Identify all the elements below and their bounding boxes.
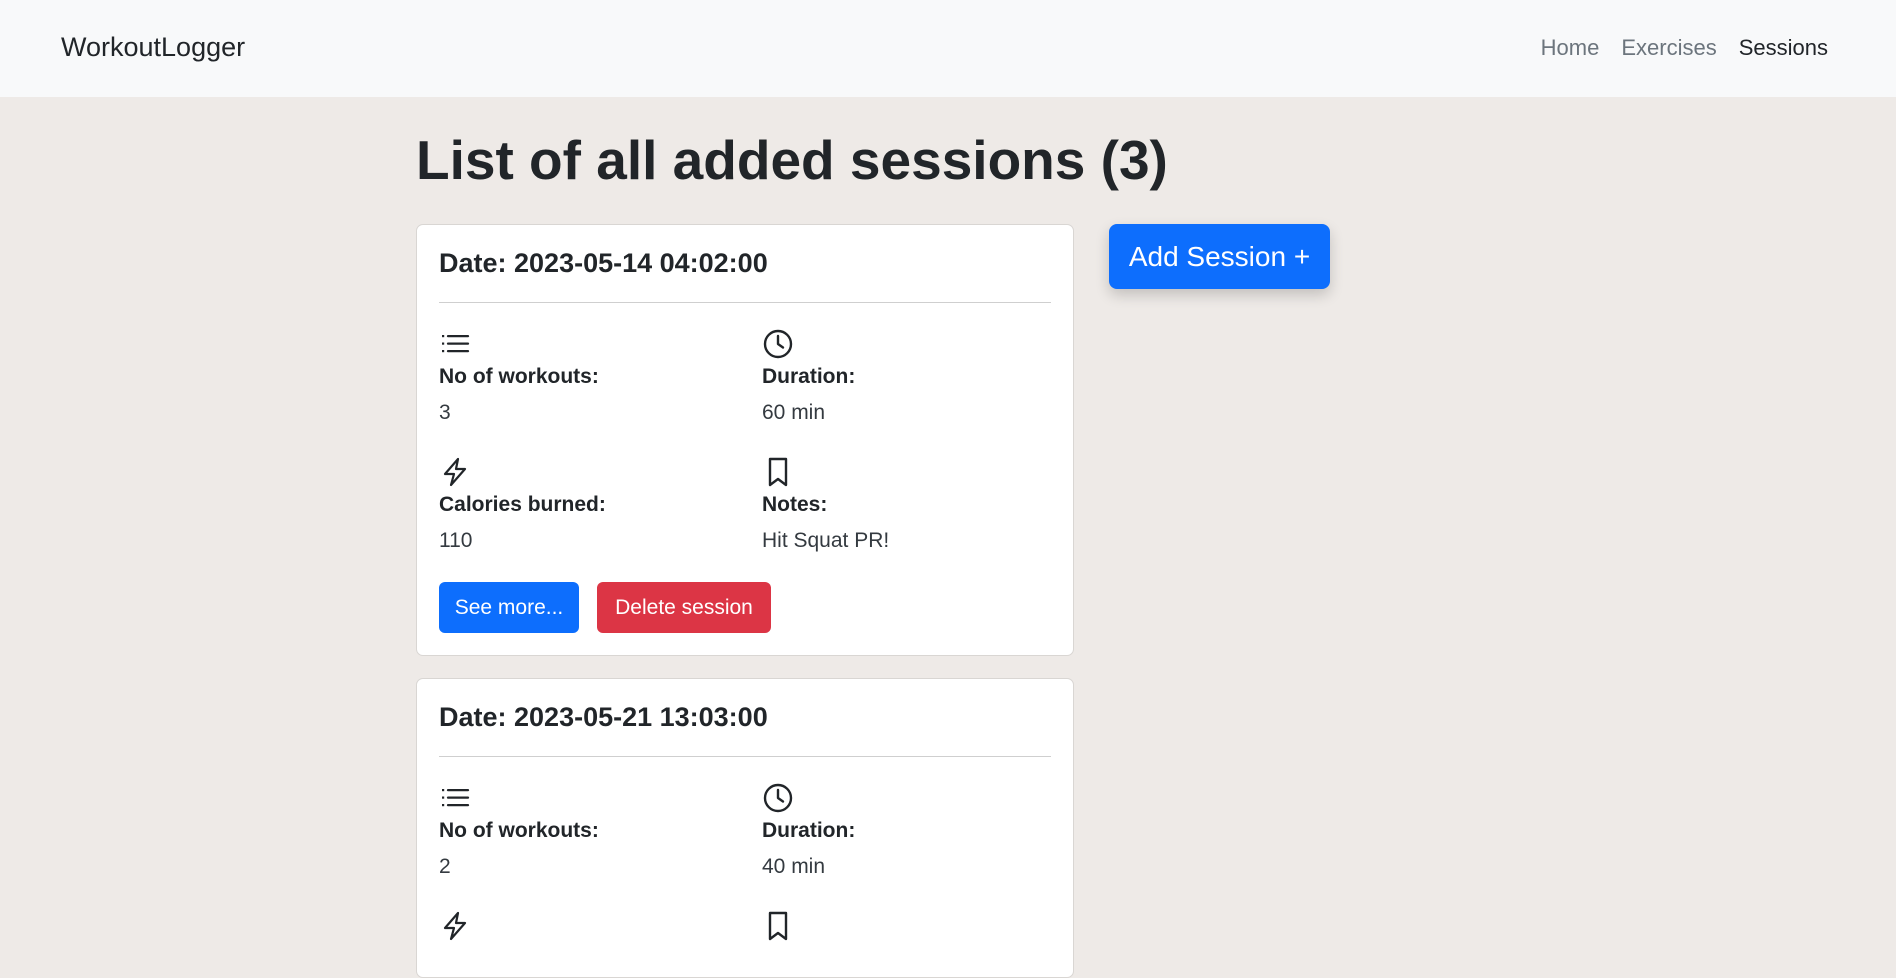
stat-value: 60 min — [762, 401, 826, 424]
stat-calories: Calories burned: 110 — [439, 456, 739, 553]
clock-icon — [763, 783, 793, 813]
stat-value: 2 — [439, 855, 451, 878]
stat-value: 3 — [439, 401, 451, 424]
stat-label: Calories burned: — [439, 493, 606, 516]
stat-duration: Duration: 40 min — [762, 782, 1062, 879]
bookmark-icon — [768, 457, 788, 487]
nav-link-sessions[interactable]: Sessions — [1739, 35, 1828, 61]
lightning-icon — [443, 457, 467, 487]
stat-calories — [439, 910, 739, 942]
card-divider — [439, 302, 1051, 303]
stat-label: No of workouts: — [439, 819, 599, 842]
delete-session-button[interactable]: Delete session — [597, 582, 771, 633]
list-icon — [442, 335, 470, 353]
see-more-button[interactable]: See more... — [439, 582, 579, 633]
lightning-icon — [443, 911, 467, 941]
clock-icon — [763, 329, 793, 359]
stat-value: 40 min — [762, 855, 826, 878]
stat-notes — [762, 910, 1062, 942]
session-card: Date: 2023-05-21 13:03:00 No of workouts… — [416, 678, 1074, 978]
stat-label: No of workouts: — [439, 365, 599, 388]
session-date: Date: 2023-05-21 13:03:00 — [439, 702, 768, 732]
nav-link-home[interactable]: Home — [1541, 35, 1600, 61]
stat-label: Notes: — [762, 493, 828, 516]
session-card: Date: 2023-05-14 04:02:00 No of workouts… — [416, 224, 1074, 656]
stat-duration: Duration: 60 min — [762, 328, 1062, 425]
page-title: List of all added sessions (3) — [416, 129, 1168, 191]
nav-link-exercises[interactable]: Exercises — [1621, 35, 1716, 61]
stat-notes: Notes: Hit Squat PR! — [762, 456, 1062, 553]
brand-logo[interactable]: WorkoutLogger — [61, 32, 245, 63]
card-divider — [439, 756, 1051, 757]
stat-value: Hit Squat PR! — [762, 529, 890, 552]
navbar: WorkoutLogger Home Exercises Sessions — [0, 0, 1896, 97]
stat-label: Duration: — [762, 365, 856, 388]
stat-workouts: No of workouts: 3 — [439, 328, 739, 425]
stat-value: 110 — [439, 529, 473, 552]
list-icon — [442, 789, 470, 807]
session-date: Date: 2023-05-14 04:02:00 — [439, 248, 768, 278]
stat-workouts: No of workouts: 2 — [439, 782, 739, 879]
add-session-button[interactable]: Add Session + — [1109, 224, 1330, 289]
bookmark-icon — [768, 911, 788, 941]
stat-label: Duration: — [762, 819, 856, 842]
nav-links: Home Exercises Sessions — [1541, 35, 1828, 61]
